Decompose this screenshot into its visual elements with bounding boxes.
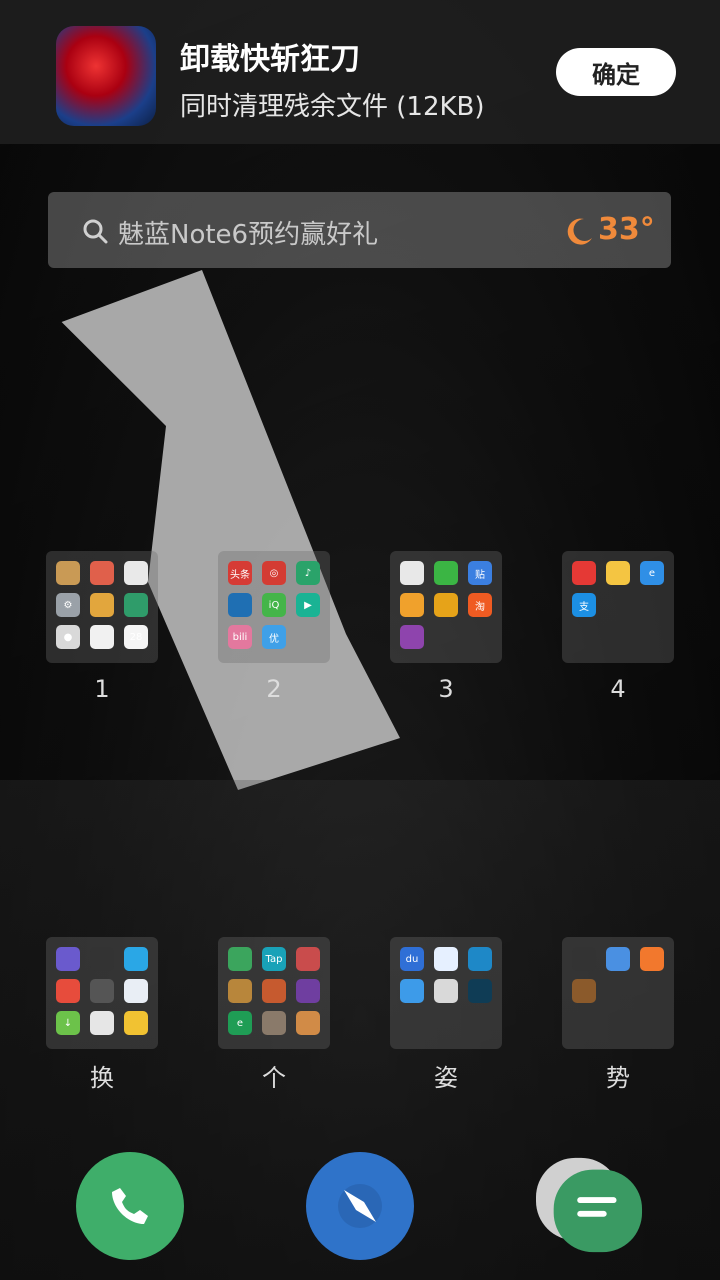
app-tile	[56, 561, 80, 585]
wechat-app-icon	[434, 561, 458, 585]
compass-app-icon	[124, 593, 148, 617]
folder-app-icon	[90, 593, 114, 617]
messages-button[interactable]	[536, 1152, 644, 1260]
settings-app-icon: ⚙	[56, 593, 80, 617]
notification-subtitle: 同时清理残余文件 (12KB)	[180, 92, 485, 122]
qq-app-icon	[400, 561, 424, 585]
game-8-app-icon	[572, 979, 596, 1003]
yellow-app-icon	[124, 1011, 148, 1035]
flag-app-icon	[56, 979, 80, 1003]
folder-label: 姿	[434, 1064, 458, 1092]
game-6-app-icon	[296, 1011, 320, 1035]
message-icon	[536, 1157, 643, 1253]
search-placeholder: 魅蓝Note6预约赢好礼	[118, 220, 379, 250]
maps-app-icon	[606, 561, 630, 585]
iqiyi-app-icon: iQ	[262, 593, 286, 617]
folder-label: 势	[606, 1064, 630, 1092]
clock-app-icon	[124, 561, 148, 585]
search-icon	[83, 219, 108, 244]
folder-app-grid: ⚙ ● 28	[56, 561, 148, 653]
calculator-app-icon	[90, 625, 114, 649]
game-icon	[56, 26, 156, 126]
game-app-icon	[296, 947, 320, 971]
weibo-app-icon	[400, 593, 424, 617]
weather-temperature: 33°	[598, 212, 655, 247]
sina-app-icon	[434, 593, 458, 617]
app-folder[interactable]	[562, 937, 674, 1049]
calendar-app-icon: 28	[124, 625, 148, 649]
ring-app-icon	[468, 979, 492, 1003]
app-folder[interactable]: 头条 ◎ ♪ iQ ▶ bili 优	[218, 551, 330, 663]
netease-music-app-icon: ◎	[262, 561, 286, 585]
game-4-app-icon	[296, 979, 320, 1003]
sound-app-icon	[90, 979, 114, 1003]
green-e-app-icon: e	[228, 1011, 252, 1035]
wifi-app-icon	[468, 947, 492, 971]
folder-app-grid: 贴淘	[400, 561, 492, 653]
folder-label: 换	[90, 1064, 114, 1092]
taptap-app-icon: Tap	[262, 947, 286, 971]
gesture-app-icon	[640, 947, 664, 971]
app-folder[interactable]: du	[390, 937, 502, 1049]
baidu-app-icon: du	[400, 947, 424, 971]
phone-button[interactable]	[76, 1152, 184, 1260]
folder-label: 1	[94, 675, 110, 703]
folder-app-grid: du	[400, 947, 492, 1039]
mail-app-icon	[124, 979, 148, 1003]
app-folder[interactable]: Tap e	[218, 937, 330, 1049]
music-app-icon: ●	[56, 625, 80, 649]
bars-app-icon	[90, 947, 114, 971]
app-folder[interactable]: ⚙ ● 28	[46, 551, 158, 663]
game-3-app-icon	[262, 979, 286, 1003]
folder-app-grid: Tap e	[228, 947, 320, 1039]
news-app-icon: 头条	[228, 561, 252, 585]
notification-title: 卸载快斩狂刀	[180, 42, 360, 77]
blue-app-icon	[124, 947, 148, 971]
app-folder[interactable]: 贴淘	[390, 551, 502, 663]
game-2-app-icon	[228, 979, 252, 1003]
qq-music-app-icon: ♪	[296, 561, 320, 585]
youku-app-icon: 优	[262, 625, 286, 649]
folder-app-grid	[572, 947, 664, 1039]
news-paper-app-icon	[228, 593, 252, 617]
game-5-app-icon	[262, 1011, 286, 1035]
game-center-app-icon	[228, 947, 252, 971]
folder-label: 4	[610, 675, 626, 703]
taobao-app-icon: 淘	[468, 593, 492, 617]
purple-app-icon	[400, 625, 424, 649]
folder-label: 3	[438, 675, 454, 703]
baidu-cloud-app-icon	[434, 947, 458, 971]
browser-2-app-icon	[434, 979, 458, 1003]
gallery-app-icon	[90, 561, 114, 585]
folder-label: 个	[262, 1064, 286, 1092]
download-app-icon: ↓	[56, 1011, 80, 1035]
confirm-button[interactable]: 确定	[556, 48, 676, 96]
folder-label: 2	[266, 675, 282, 703]
bilibili-app-icon: bili	[228, 625, 252, 649]
folder-app-grid: 头条 ◎ ♪ iQ ▶ bili 优	[228, 561, 320, 653]
video-app-icon: ▶	[296, 593, 320, 617]
uninstall-notification: 卸载快斩狂刀 同时清理残余文件 (12KB) 确定	[0, 0, 720, 144]
red-app-icon	[572, 561, 596, 585]
voice-app-icon	[90, 1011, 114, 1035]
weather-app-icon	[56, 947, 80, 971]
tieba-app-icon: 贴	[468, 561, 492, 585]
phone-icon	[112, 1188, 148, 1224]
browser-button[interactable]	[306, 1152, 414, 1260]
alipay-app-icon: 支	[572, 593, 596, 617]
files-app-icon	[400, 979, 424, 1003]
app-folder[interactable]: ↓	[46, 937, 158, 1049]
moon-icon	[567, 218, 592, 245]
shield-app-icon	[606, 947, 630, 971]
game-7-app-icon	[572, 947, 596, 971]
folder-app-grid: ↓	[56, 947, 148, 1039]
browser-app-icon: e	[640, 561, 664, 585]
compass-icon	[338, 1184, 382, 1228]
app-folder[interactable]: e支	[562, 551, 674, 663]
folder-app-grid: e支	[572, 561, 664, 653]
